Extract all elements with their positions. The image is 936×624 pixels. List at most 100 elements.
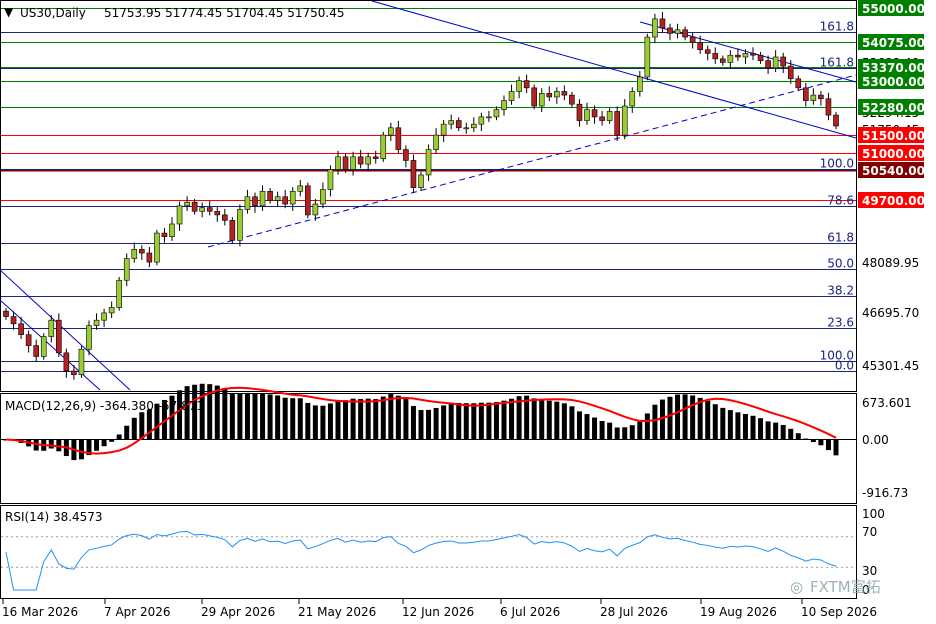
candle-body <box>448 120 454 125</box>
macd-bar <box>788 428 794 440</box>
macd-bar <box>327 403 333 440</box>
macd-bar <box>350 398 356 440</box>
macd-bar <box>705 400 711 440</box>
macd-bar <box>260 393 266 440</box>
candle-body <box>584 109 590 121</box>
level-tags: 55000.00 54075.00 53370.0053000.00 52280.00… <box>858 0 925 208</box>
macd-bar <box>395 395 401 440</box>
candle-body <box>342 156 349 170</box>
macd-bar <box>803 438 809 440</box>
candle-body <box>501 100 507 110</box>
macd-bar <box>561 403 567 440</box>
candle-body <box>531 87 537 107</box>
candle-body <box>576 103 583 121</box>
candle-body <box>463 127 470 130</box>
price-axis-label: 45301.45 <box>862 359 919 373</box>
date-axis: 16 Mar 2026 7 Apr 2026 29 Apr 2026 21 May 2… <box>2 599 877 619</box>
fibonacci-levels: 161.8161.8100.078.661.850.038.223.6100.0… <box>1 20 856 373</box>
candle-body <box>335 156 341 170</box>
date-label: 19 Aug 2026 <box>700 605 777 619</box>
macd-bar <box>229 393 235 440</box>
date-label: 29 Apr 2026 <box>201 605 275 619</box>
candle-body <box>486 116 492 119</box>
candle-body <box>365 156 371 165</box>
candle-body <box>25 334 32 346</box>
macd-bar <box>478 402 484 440</box>
candle-body <box>33 345 39 357</box>
candle-body <box>139 249 145 254</box>
candle-body <box>372 156 379 159</box>
candle-body <box>403 149 409 161</box>
macd-bar <box>833 439 839 456</box>
candle-body <box>433 134 439 150</box>
macd-bar <box>456 402 462 440</box>
fib-label: 38.2 <box>827 284 854 298</box>
macd-bar <box>644 413 650 440</box>
macd-bar <box>426 409 432 440</box>
candle-body <box>199 207 205 212</box>
candle-body <box>184 201 190 207</box>
macd-bar <box>252 393 258 440</box>
candle-body <box>659 18 666 29</box>
level-tag-label: 49700.00 <box>862 194 925 208</box>
level-tag-label: 53000.00 <box>862 75 925 89</box>
macd-bar <box>825 439 831 451</box>
candle-body <box>146 252 153 263</box>
candle-body <box>350 156 356 170</box>
candle-body <box>71 370 77 375</box>
level-tag-label: 51000.00 <box>862 147 925 161</box>
price-chart[interactable]: 161.8161.8100.078.661.850.038.223.6100.0… <box>0 0 936 624</box>
macd-bar <box>275 395 281 440</box>
macd-bar <box>750 415 756 440</box>
level-tag-label: 53370.00 <box>862 61 925 75</box>
candle-body <box>425 149 432 176</box>
candle-body <box>297 185 304 192</box>
macd-bar <box>795 433 801 440</box>
candle-body <box>471 123 477 129</box>
macd-histogram <box>1 383 856 461</box>
candle-body <box>644 36 651 78</box>
macd-bar <box>576 411 582 440</box>
macd-bar <box>682 394 688 440</box>
price-axis-label: 46695.70 <box>862 306 919 320</box>
candle-body <box>18 323 24 335</box>
candle-body <box>720 58 726 63</box>
macd-axis-label: -916.73 <box>862 486 908 500</box>
macd-bar <box>471 403 477 440</box>
rsi-line <box>1 530 856 591</box>
fib-label: 23.6 <box>827 316 854 330</box>
macd-bar <box>554 401 560 440</box>
macd-bar <box>509 398 515 440</box>
candle-body <box>214 210 221 216</box>
candle-body <box>757 54 764 61</box>
candle-body <box>93 319 100 326</box>
candle-body <box>312 203 319 216</box>
macd-bar <box>214 385 220 440</box>
macd-bar <box>652 404 658 440</box>
candle-body <box>712 53 719 60</box>
candle-body <box>697 42 703 51</box>
macd-bar <box>614 427 620 440</box>
candle-body <box>357 156 364 165</box>
candle-body <box>727 54 734 63</box>
macd-bar <box>448 403 454 440</box>
candle-body <box>78 348 85 375</box>
fib-label: 78.6 <box>827 194 854 208</box>
level-tag-label: 55000.00 <box>862 2 925 16</box>
level-tag-label: 51500.00 <box>862 129 925 143</box>
candle-body <box>637 76 643 92</box>
candle-body <box>455 120 462 129</box>
watermark-logo: FXTM富拓 <box>810 578 881 596</box>
candle-body <box>3 310 9 317</box>
macd-bar <box>290 398 296 440</box>
macd-bar <box>486 402 492 440</box>
candle-body <box>772 56 779 69</box>
macd-bar <box>546 400 552 440</box>
candle-body <box>229 220 236 241</box>
candle-body <box>803 87 809 101</box>
candle-body <box>40 336 47 357</box>
macd-bar <box>539 399 545 440</box>
macd-bar <box>388 394 394 440</box>
candle-body <box>440 123 447 136</box>
symbol-arrow-icon[interactable]: ▼ <box>4 5 14 19</box>
